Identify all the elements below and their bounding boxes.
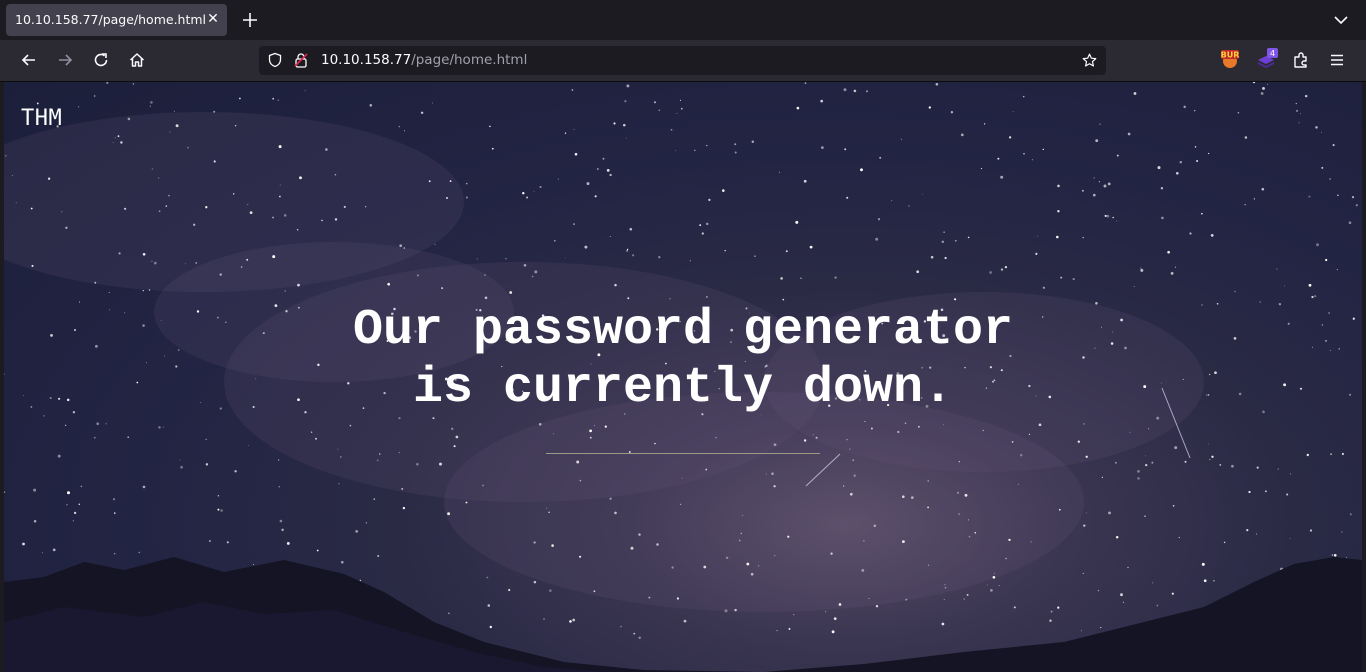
nav-toolbar: 10.10.158.77/page/home.html BUR 4	[0, 40, 1366, 82]
lock-icon[interactable]	[293, 52, 309, 68]
tab-close-icon[interactable]: ✕	[205, 11, 221, 27]
menu-hamburger-icon[interactable]	[1327, 50, 1347, 70]
shield-icon[interactable]	[267, 52, 283, 68]
tab-strip: 10.10.158.77/page/home.html ✕	[0, 0, 1366, 40]
back-arrow-icon[interactable]	[19, 50, 39, 70]
burp-extension-label: BUR	[1221, 51, 1240, 60]
new-tab-plus-icon[interactable]	[240, 10, 260, 30]
tab-active[interactable]: 10.10.158.77/page/home.html ✕	[6, 4, 227, 36]
url-host: 10.10.158.77	[321, 52, 412, 68]
mountain-silhouette	[4, 557, 1362, 672]
headline-line-1: Our password generator	[352, 302, 1014, 359]
home-icon[interactable]	[127, 50, 147, 70]
browser-window: 10.10.158.77/page/home.html ✕ 10.10.158.…	[0, 0, 1366, 672]
url-text[interactable]: 10.10.158.77/page/home.html	[321, 52, 527, 68]
extensions-puzzle-icon[interactable]	[1291, 50, 1311, 70]
tab-list-chevron-down-icon[interactable]	[1331, 10, 1351, 30]
page-headline: Our password generator is currently down…	[233, 302, 1133, 418]
tab-title: 10.10.158.77/page/home.html	[15, 12, 207, 27]
forward-arrow-icon[interactable]	[55, 50, 75, 70]
site-brand[interactable]: THM	[21, 106, 62, 131]
burp-extension-icon[interactable]: BUR	[1219, 48, 1241, 70]
foxyproxy-extension-icon[interactable]: 4	[1256, 48, 1278, 70]
reload-icon[interactable]	[91, 50, 111, 70]
foxyproxy-badge: 4	[1270, 49, 1275, 58]
window-frame-right	[1362, 82, 1366, 672]
page-viewport: THM Our password generator is currently …	[4, 82, 1362, 672]
headline-line-2: is currently down.	[412, 360, 954, 417]
bookmark-star-icon[interactable]	[1081, 52, 1098, 69]
url-path: /page/home.html	[411, 52, 528, 68]
headline-divider	[546, 453, 820, 454]
window-frame-left	[0, 82, 4, 672]
url-bar[interactable]: 10.10.158.77/page/home.html	[259, 46, 1106, 75]
